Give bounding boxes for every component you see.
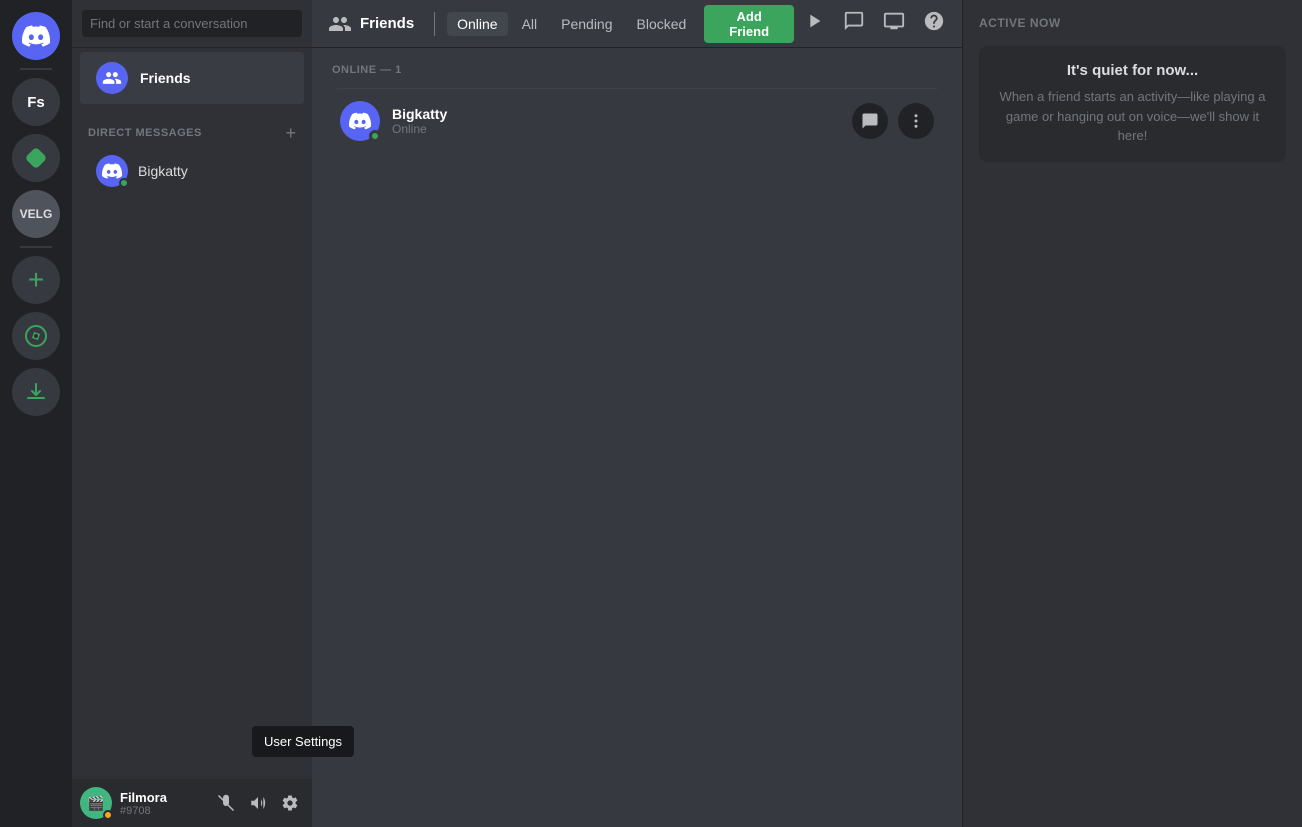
friend-info: Bigkatty Online bbox=[392, 106, 852, 136]
new-dm-button[interactable]: + bbox=[285, 124, 296, 142]
server-divider bbox=[20, 68, 52, 70]
friend-avatar-bigkatty bbox=[340, 101, 380, 141]
quiet-title: It's quiet for now... bbox=[995, 62, 1270, 79]
user-settings-tooltip: User Settings bbox=[252, 726, 354, 757]
friend-status: Online bbox=[392, 122, 852, 136]
friends-icon bbox=[96, 62, 128, 94]
dm-sidebar: Friends Direct Messages + Bigkatty User … bbox=[72, 0, 312, 827]
more-options-button[interactable] bbox=[898, 103, 934, 139]
dm-search-bar[interactable] bbox=[72, 0, 312, 48]
active-now-panel: ACTIVE NOW It's quiet for now... When a … bbox=[962, 0, 1302, 827]
online-header: ONLINE — 1 bbox=[332, 64, 942, 76]
top-nav-icons bbox=[802, 10, 946, 37]
friend-name: Bigkatty bbox=[392, 106, 852, 122]
friend-online-dot bbox=[369, 130, 381, 142]
server-divider-2 bbox=[20, 246, 52, 248]
mute-button[interactable] bbox=[212, 789, 240, 817]
help-icon[interactable] bbox=[922, 10, 946, 37]
server-icon-fs[interactable]: Fs bbox=[12, 78, 60, 126]
bigkatty-avatar bbox=[96, 155, 128, 187]
explore-button[interactable] bbox=[12, 312, 60, 360]
nav-divider bbox=[434, 12, 435, 36]
direct-messages-label: Direct Messages bbox=[88, 127, 202, 139]
top-nav: Friends Online All Pending Blocked Add F… bbox=[312, 0, 962, 48]
add-server-button[interactable]: + bbox=[12, 256, 60, 304]
friends-label: Friends bbox=[140, 70, 191, 86]
search-input[interactable] bbox=[82, 10, 302, 37]
username: Filmora bbox=[120, 790, 204, 805]
monitor-icon[interactable] bbox=[882, 10, 906, 37]
dm-item-bigkatty[interactable]: Bigkatty bbox=[80, 147, 304, 195]
friend-row[interactable]: Bigkatty Online bbox=[332, 88, 942, 153]
current-user-avatar: 🎬 bbox=[80, 787, 112, 819]
friends-area: ONLINE — 1 Bigkatty Online bbox=[312, 48, 962, 827]
user-discriminator: #9708 bbox=[120, 805, 204, 817]
download-button[interactable] bbox=[12, 368, 60, 416]
nitro-icon[interactable] bbox=[802, 10, 826, 37]
add-friend-button[interactable]: Add Friend bbox=[704, 5, 794, 43]
user-status-dot bbox=[103, 810, 113, 820]
server-icon-green-diamond[interactable] bbox=[12, 134, 60, 182]
dm-user-name: Bigkatty bbox=[138, 163, 188, 179]
direct-messages-section: Direct Messages + bbox=[72, 108, 312, 146]
discord-home-button[interactable] bbox=[12, 12, 60, 60]
tab-online[interactable]: Online bbox=[447, 12, 507, 36]
user-info: Filmora #9708 bbox=[120, 790, 204, 817]
friends-nav-label: Friends bbox=[328, 12, 414, 36]
friend-actions bbox=[852, 103, 934, 139]
server-icon-velg[interactable]: VELG bbox=[12, 190, 60, 238]
user-controls bbox=[212, 789, 304, 817]
user-settings-button[interactable] bbox=[276, 789, 304, 817]
deafen-button[interactable] bbox=[244, 789, 272, 817]
server-sidebar: Fs VELG + bbox=[0, 0, 72, 827]
tab-blocked[interactable]: Blocked bbox=[627, 12, 697, 36]
online-status-dot bbox=[119, 178, 129, 188]
friends-nav-item[interactable]: Friends bbox=[80, 52, 304, 104]
tab-pending[interactable]: Pending bbox=[551, 12, 622, 36]
inbox-icon[interactable] bbox=[842, 10, 866, 37]
tab-all[interactable]: All bbox=[512, 12, 548, 36]
user-panel: User Settings 🎬 Filmora #9708 bbox=[72, 779, 312, 827]
quiet-card: It's quiet for now... When a friend star… bbox=[979, 46, 1286, 162]
active-now-title: ACTIVE NOW bbox=[979, 16, 1286, 30]
quiet-description: When a friend starts an activity—like pl… bbox=[995, 87, 1270, 146]
main-content: Friends Online All Pending Blocked Add F… bbox=[312, 0, 962, 827]
friends-nav-icon bbox=[328, 12, 352, 36]
message-friend-button[interactable] bbox=[852, 103, 888, 139]
